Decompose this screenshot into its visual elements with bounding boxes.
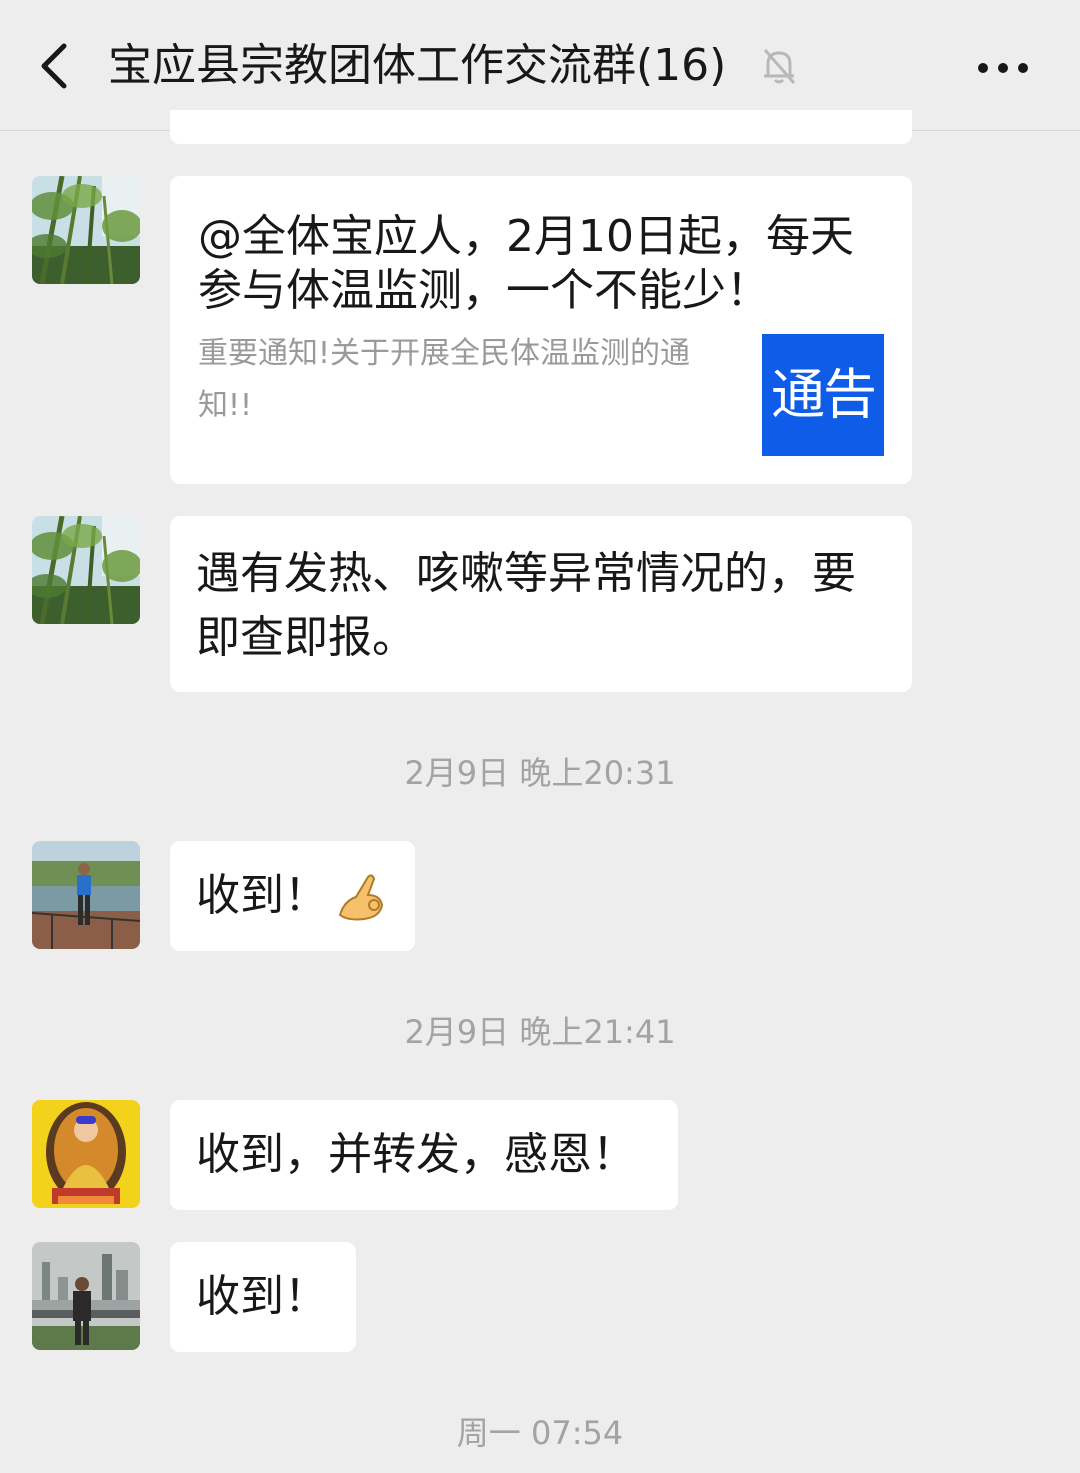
message-text: 收到，并转发，感恩！ xyxy=(196,1129,636,1180)
chat-title: 宝应县宗教团体工作交流群(16) xyxy=(108,40,727,91)
more-dots-icon xyxy=(978,63,1028,73)
text-message[interactable]: 遇有发热、咳嗽等异常情况的，要即查即报。 xyxy=(170,516,912,692)
card-thumbnail: 通告 xyxy=(762,334,884,456)
message-timestamp: 周一 07:54 xyxy=(456,1414,624,1452)
link-card-message[interactable]: @全体宝应人，2月10日起，每天参与体温监测，一个不能少！ 重要通知!关于开展全… xyxy=(170,176,912,484)
previous-message-bubble[interactable] xyxy=(170,110,912,144)
message-text: 收到！ xyxy=(196,870,328,921)
chevron-left-icon xyxy=(41,43,67,89)
message-timestamp: 2月9日 晚上20:31 xyxy=(404,754,676,792)
riverside-man-avatar[interactable] xyxy=(32,841,140,949)
bamboo-forest-avatar[interactable] xyxy=(32,176,140,284)
message-text: 收到！ xyxy=(196,1271,328,1322)
card-title: @全体宝应人，2月10日起，每天参与体温监测，一个不能少！ xyxy=(198,211,854,316)
text-message[interactable]: 收到，并转发，感恩！ xyxy=(170,1100,678,1210)
buddha-avatar[interactable] xyxy=(32,1100,140,1208)
more-button[interactable] xyxy=(968,46,1038,86)
text-message[interactable]: 收到！ xyxy=(170,1242,356,1352)
city-skyline-man-avatar[interactable] xyxy=(32,1242,140,1350)
ok-hand-emoji-icon xyxy=(338,874,384,921)
bamboo-forest-avatar[interactable] xyxy=(32,516,140,624)
message-timestamp: 2月9日 晚上21:41 xyxy=(404,1013,676,1051)
text-message[interactable]: 收到！ xyxy=(170,841,415,951)
back-button[interactable] xyxy=(30,36,80,96)
message-text: 遇有发热、咳嗽等异常情况的，要即查即报。 xyxy=(196,548,856,663)
bell-muted-icon xyxy=(763,49,796,84)
card-description: 重要通知!关于开展全民体温监测的通知!! xyxy=(198,336,691,423)
